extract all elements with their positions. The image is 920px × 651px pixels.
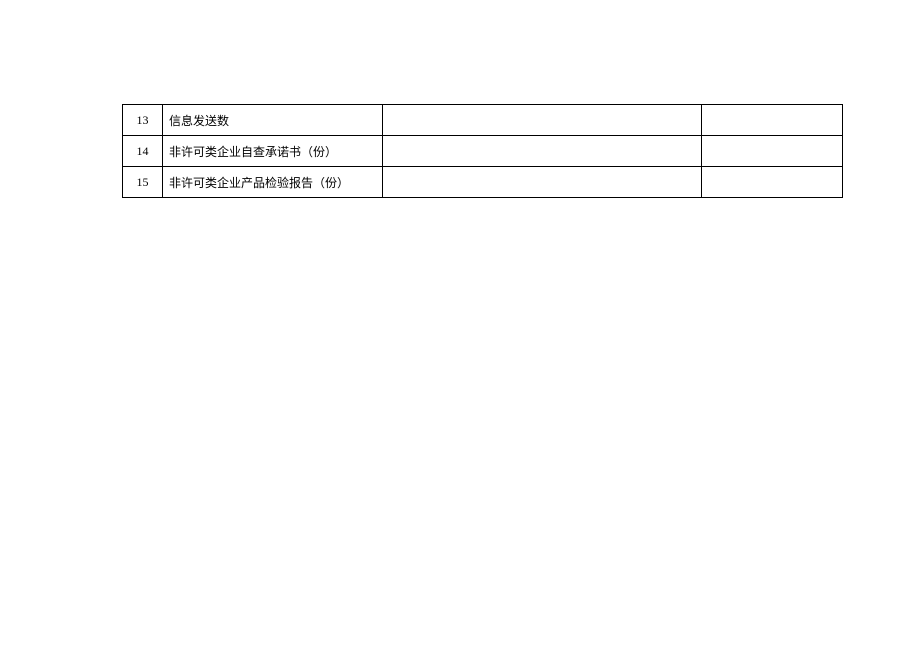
table-row: 14 非许可类企业自查承诺书（份） [123,136,843,167]
row-value2-cell [702,105,843,136]
table-row: 13 信息发送数 [123,105,843,136]
table-row: 15 非许可类企业产品检验报告（份） [123,167,843,198]
row-value1-cell [382,105,702,136]
row-number-cell: 15 [123,167,163,198]
row-number-cell: 14 [123,136,163,167]
form-table-container: 13 信息发送数 14 非许可类企业自查承诺书（份） 15 非许可类企业产品检验… [122,104,843,198]
row-number-cell: 13 [123,105,163,136]
row-value1-cell [382,136,702,167]
row-label-cell: 非许可类企业自查承诺书（份） [162,136,382,167]
row-value2-cell [702,167,843,198]
row-label-cell: 信息发送数 [162,105,382,136]
row-label-cell: 非许可类企业产品检验报告（份） [162,167,382,198]
row-value1-cell [382,167,702,198]
row-value2-cell [702,136,843,167]
form-table: 13 信息发送数 14 非许可类企业自查承诺书（份） 15 非许可类企业产品检验… [122,104,843,198]
